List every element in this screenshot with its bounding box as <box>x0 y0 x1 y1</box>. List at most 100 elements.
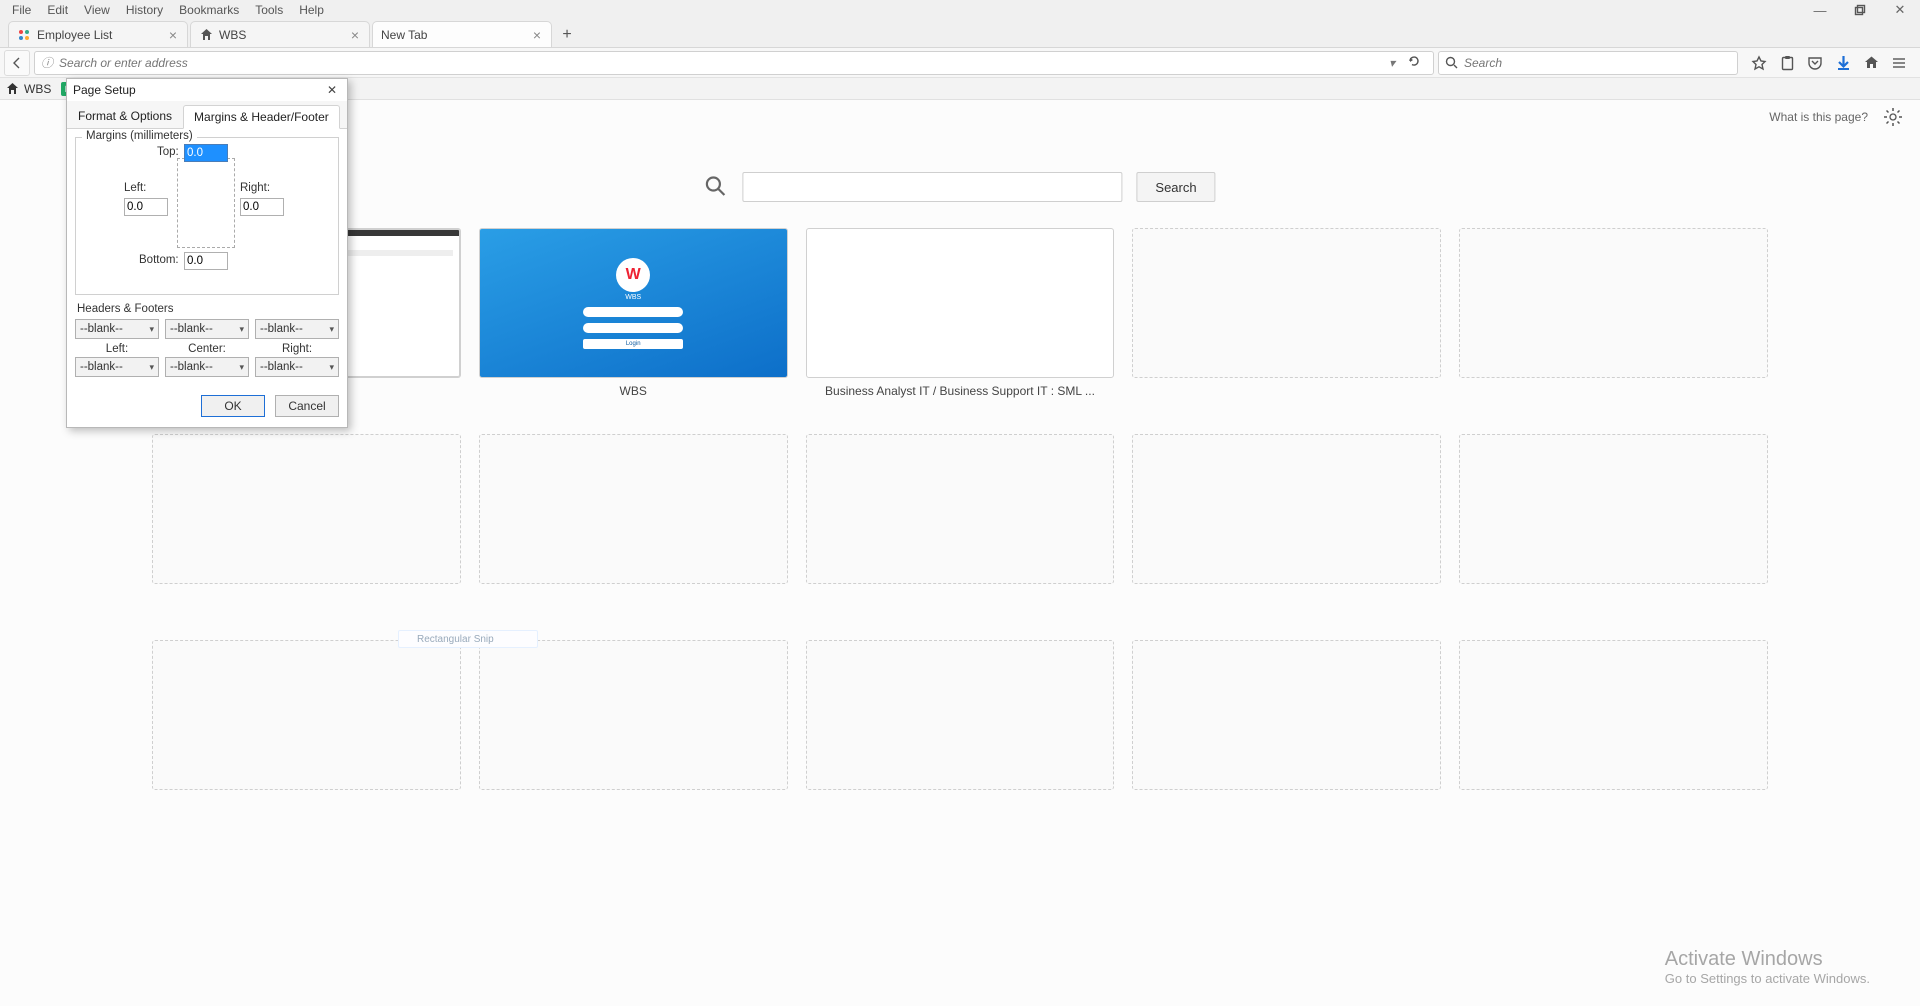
topsite-empty-tile[interactable] <box>152 640 461 790</box>
margin-left-label: Left: <box>124 182 146 194</box>
header-center-select[interactable]: --blank--▾ <box>165 319 249 339</box>
tile-title: WBS <box>480 384 787 398</box>
dialog-titlebar[interactable]: Page Setup ✕ <box>67 79 347 101</box>
window-restore-icon[interactable] <box>1840 0 1880 20</box>
topsite-empty-tile[interactable] <box>1459 640 1768 790</box>
menu-help[interactable]: Help <box>291 1 332 19</box>
newtab-settings-gear-icon[interactable] <box>1882 106 1904 128</box>
menu-bookmarks[interactable]: Bookmarks <box>171 1 247 19</box>
toolbar-search-input[interactable] <box>1464 56 1731 70</box>
topsite-empty-tile[interactable] <box>806 434 1115 584</box>
dropdown-icon[interactable]: ▾ <box>1389 56 1395 70</box>
downloads-icon[interactable] <box>1834 54 1852 72</box>
cancel-button[interactable]: Cancel <box>275 395 339 417</box>
url-input[interactable] <box>59 56 1383 70</box>
topsite-empty-tile[interactable] <box>806 640 1115 790</box>
topsite-empty-tile[interactable] <box>479 434 788 584</box>
browser-tab-strip: Employee List × WBS × New Tab × + <box>0 20 1920 48</box>
margin-left-input[interactable] <box>124 198 168 216</box>
footer-right-select[interactable]: --blank--▾ <box>255 357 339 377</box>
topsite-empty-tile[interactable] <box>152 434 461 584</box>
preview-field <box>583 307 683 317</box>
window-close-icon[interactable]: ✕ <box>1880 0 1920 20</box>
what-is-this-page-link[interactable]: What is this page? <box>1769 110 1868 124</box>
window-minimize-icon[interactable]: — <box>1800 0 1840 20</box>
footer-left-select[interactable]: --blank--▾ <box>75 357 159 377</box>
home-icon[interactable] <box>1862 54 1880 72</box>
url-bar[interactable]: ⓘ ▾ <box>34 51 1434 75</box>
bookmark-star-icon[interactable] <box>1750 54 1768 72</box>
browser-tab-new-tab[interactable]: New Tab × <box>372 21 552 47</box>
margin-top-input[interactable] <box>184 144 228 162</box>
header-right-select[interactable]: --blank--▾ <box>255 319 339 339</box>
tile-title: Business Analyst IT / Business Support I… <box>807 384 1114 398</box>
browser-tab-employee-list[interactable]: Employee List × <box>8 21 188 47</box>
topsite-empty-tile[interactable] <box>1132 640 1441 790</box>
identity-info-icon[interactable]: ⓘ <box>41 54 53 71</box>
hf-col-left-label: Left: <box>75 343 159 355</box>
topsite-empty-tile[interactable] <box>1132 434 1441 584</box>
pocket-icon[interactable] <box>1806 54 1824 72</box>
page-setup-dialog: Page Setup ✕ Format & Options Margins & … <box>66 78 348 428</box>
ok-button[interactable]: OK <box>201 395 265 417</box>
newtab-search-input[interactable] <box>742 172 1122 202</box>
menu-file[interactable]: File <box>4 1 39 19</box>
topsite-empty-tile[interactable] <box>1459 228 1768 378</box>
new-tab-button[interactable]: + <box>554 23 580 47</box>
menu-edit[interactable]: Edit <box>39 1 76 19</box>
favicon-home-icon <box>199 28 213 42</box>
topsite-empty-tile[interactable] <box>1132 228 1441 378</box>
preview-login-btn: Login <box>583 339 683 349</box>
tab-title: Employee List <box>37 28 167 42</box>
margin-right-label: Right: <box>240 182 270 194</box>
margin-bottom-input[interactable] <box>184 252 228 270</box>
dialog-title: Page Setup <box>73 83 136 97</box>
preview-field <box>583 323 683 333</box>
hf-col-right-label: Right: <box>255 343 339 355</box>
dialog-close-icon[interactable]: ✕ <box>323 81 341 99</box>
dialog-tabs: Format & Options Margins & Header/Footer <box>67 101 347 129</box>
dialog-tab-format-options[interactable]: Format & Options <box>67 104 183 128</box>
app-menu-bar: File Edit View History Bookmarks Tools H… <box>0 0 1920 20</box>
hf-col-center-label: Center: <box>165 343 249 355</box>
footer-center-select[interactable]: --blank--▾ <box>165 357 249 377</box>
tab-close-icon[interactable]: × <box>167 27 179 43</box>
reload-icon[interactable] <box>1401 54 1427 71</box>
headers-footers-section: Headers & Footers --blank--▾ --blank--▾ … <box>75 303 339 377</box>
tab-title: New Tab <box>381 28 531 42</box>
menu-history[interactable]: History <box>118 1 171 19</box>
chevron-down-icon: ▾ <box>329 324 334 335</box>
favicon-joomla-icon <box>17 28 31 42</box>
nav-back-button[interactable] <box>4 50 30 76</box>
topsite-empty-tile[interactable] <box>479 640 788 790</box>
browser-tab-wbs[interactable]: WBS × <box>190 21 370 47</box>
margins-fieldset: Margins (millimeters) Top: Left: Right: … <box>75 137 339 295</box>
topsite-empty-tile[interactable] <box>1459 434 1768 584</box>
page-outline-icon <box>177 158 235 248</box>
activate-line1: Activate Windows <box>1665 948 1870 971</box>
dialog-tab-margins-headerfooter[interactable]: Margins & Header/Footer <box>183 105 340 129</box>
activate-windows-watermark: Activate Windows Go to Settings to activ… <box>1665 948 1870 986</box>
tab-title: WBS <box>219 28 349 42</box>
header-left-select[interactable]: --blank--▾ <box>75 319 159 339</box>
chevron-down-icon: ▾ <box>239 362 244 373</box>
tab-close-icon[interactable]: × <box>349 27 361 43</box>
menu-view[interactable]: View <box>76 1 118 19</box>
hamburger-menu-icon[interactable] <box>1890 54 1908 72</box>
toolbar-right-icons <box>1742 54 1916 72</box>
top-sites-grid: W WBS Login WBS Business Analyst IT / Bu… <box>152 228 1768 830</box>
margin-right-input[interactable] <box>240 198 284 216</box>
newtab-search-button[interactable]: Search <box>1136 172 1215 202</box>
toolbar-search-box[interactable] <box>1438 51 1738 75</box>
topsite-tile-ba[interactable]: Business Analyst IT / Business Support I… <box>806 228 1115 378</box>
clipboard-icon[interactable] <box>1778 54 1796 72</box>
topsite-tile-wbs[interactable]: W WBS Login WBS <box>479 228 788 378</box>
bookmark-wbs[interactable]: WBS <box>6 82 51 96</box>
dialog-body: Margins (millimeters) Top: Left: Right: … <box>67 129 347 389</box>
bookmark-label: WBS <box>24 82 51 96</box>
menu-tools[interactable]: Tools <box>247 1 291 19</box>
chevron-down-icon: ▾ <box>149 324 154 335</box>
margin-top-label: Top: <box>157 146 179 158</box>
headers-footers-legend: Headers & Footers <box>77 303 339 315</box>
tab-close-icon[interactable]: × <box>531 27 543 43</box>
